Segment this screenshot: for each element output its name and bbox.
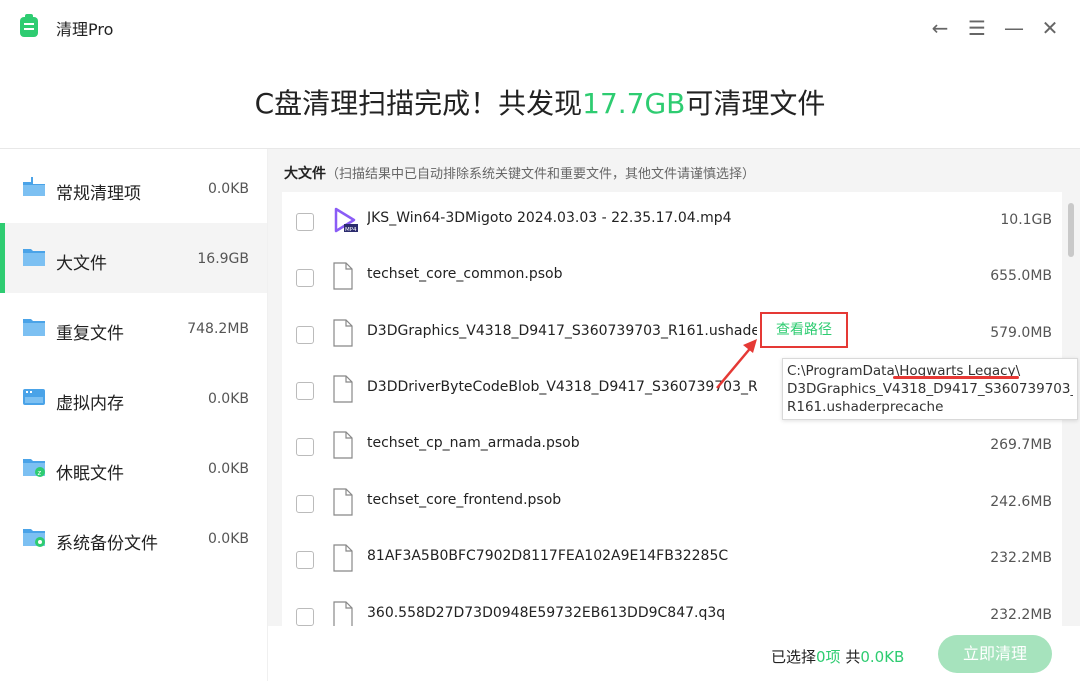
list-item[interactable]: techset_core_frontend.psob 242.6MB: [282, 474, 1062, 530]
file-icon: [333, 488, 353, 516]
section-title: 大文件: [284, 166, 326, 182]
sidebar-item-system-backup[interactable]: 系统备份文件 0.0KB: [0, 503, 267, 573]
folder-icon: [23, 249, 45, 266]
file-size: 10.1GB: [1000, 212, 1052, 228]
sidebar-item-label: 重复文件: [56, 324, 124, 344]
duplicate-folder-icon: [23, 319, 45, 336]
file-name: 360.558D27D73D0948E59732EB613DD9C847.q3q: [367, 605, 726, 621]
selected-prefix: 已选择: [771, 648, 817, 666]
scrollbar-thumb[interactable]: [1068, 203, 1074, 257]
svg-text:z: z: [38, 469, 42, 477]
file-size: 579.0MB: [990, 325, 1052, 341]
sidebar-item-label: 休眠文件: [56, 464, 124, 484]
row-checkbox[interactable]: [296, 551, 314, 569]
memory-icon: [23, 389, 45, 405]
file-name: techset_core_frontend.psob: [367, 492, 562, 508]
annotation-underline: [893, 376, 1019, 379]
menu-icon[interactable]: ☰: [965, 16, 989, 40]
file-icon: [333, 262, 353, 290]
file-size: 242.6MB: [990, 494, 1052, 510]
headline-suffix: 可清理文件: [685, 87, 826, 120]
file-name: JKS_Win64-3DMigoto 2024.03.03 - 22.35.17…: [367, 210, 732, 226]
backup-folder-icon: [23, 529, 45, 547]
file-name: techset_core_common.psob: [367, 266, 563, 282]
sidebar-item-size: 0.0KB: [207, 181, 249, 197]
back-arrow-icon[interactable]: ←: [928, 16, 952, 40]
video-file-icon: MP4: [334, 207, 358, 233]
tooltip-line: R161.ushaderprecache: [787, 399, 944, 415]
headline-amount: 17.7GB: [582, 87, 686, 120]
file-icon: [333, 601, 353, 626]
section-note: （扫描结果中已自动排除系统关键文件和重要文件，其他文件请谨慎选择）: [326, 167, 756, 182]
sidebar-item-size: 0.0KB: [207, 531, 249, 547]
file-icon: [333, 544, 353, 572]
row-checkbox[interactable]: [296, 608, 314, 626]
sidebar-item-size: 748.2MB: [187, 321, 249, 337]
sidebar-item-virtual-memory[interactable]: 虚拟内存 0.0KB: [0, 363, 267, 433]
file-size: 232.2MB: [990, 607, 1052, 623]
title-bar: 清理Pro ← ☰ — ✕: [0, 0, 1080, 56]
file-name: techset_cp_nam_armada.psob: [367, 435, 580, 451]
clean-now-button[interactable]: 立即清理: [938, 635, 1052, 673]
file-icon: [333, 375, 353, 403]
sidebar-item-general[interactable]: 常规清理项 0.0KB: [0, 153, 267, 223]
list-item[interactable]: 81AF3A5B0BFC7902D8117FEA102A9E14FB32285C…: [282, 530, 1062, 586]
total-prefix: 共: [845, 648, 861, 666]
list-item[interactable]: 360.558D27D73D0948E59732EB613DD9C847.q3q…: [282, 587, 1062, 626]
sidebar-item-size: 16.9GB: [197, 251, 249, 267]
sidebar-item-label: 虚拟内存: [56, 394, 124, 414]
list-item[interactable]: techset_cp_nam_armada.psob 269.7MB: [282, 417, 1062, 473]
category-sidebar: 常规清理项 0.0KB 大文件 16.9GB 重复文件 748.2MB 虚拟内存…: [0, 149, 267, 681]
close-icon[interactable]: ✕: [1038, 16, 1062, 40]
file-size: 232.2MB: [990, 550, 1052, 566]
selected-count: 0项: [816, 648, 841, 666]
tooltip-line: D3DGraphics_V4318_D9417_S360739703_: [787, 381, 1073, 397]
file-name: D3DGraphics_V4318_D9417_S360739703_R161.…: [367, 323, 757, 339]
sidebar-item-label: 系统备份文件: [56, 534, 158, 554]
annotation-arrow-icon: [716, 339, 757, 389]
view-path-link[interactable]: 查看路径: [760, 312, 848, 348]
minimize-icon[interactable]: —: [1002, 16, 1026, 40]
file-type-badge: MP4: [345, 227, 357, 233]
list-item[interactable]: techset_core_common.psob 655.0MB: [282, 248, 1062, 304]
row-checkbox[interactable]: [296, 382, 314, 400]
sidebar-item-label: 常规清理项: [56, 184, 141, 204]
sidebar-item-size: 0.0KB: [207, 391, 249, 407]
sleep-folder-icon: z: [23, 459, 45, 477]
sidebar-item-label: 大文件: [56, 254, 107, 274]
file-icon: [333, 319, 353, 347]
row-checkbox[interactable]: [296, 213, 314, 231]
total-size: 0.0KB: [860, 648, 905, 666]
section-header: 大文件（扫描结果中已自动排除系统关键文件和重要文件，其他文件请谨慎选择）: [284, 163, 755, 183]
row-checkbox[interactable]: [296, 269, 314, 287]
footer-bar: 已选择0项 共0.0KB 立即清理: [268, 626, 1080, 681]
file-icon: [333, 431, 353, 459]
app-title: 清理Pro: [56, 20, 114, 39]
list-item[interactable]: MP4 JKS_Win64-3DMigoto 2024.03.03 - 22.3…: [282, 192, 1062, 248]
sidebar-item-large-files[interactable]: 大文件 16.9GB: [0, 223, 267, 293]
row-checkbox[interactable]: [296, 326, 314, 344]
sidebar-item-hibernation-files[interactable]: z 休眠文件 0.0KB: [0, 433, 267, 503]
scan-result-headline: C盘清理扫描完成！共发现17.7GB可清理文件: [0, 56, 1080, 148]
file-name: D3DDriverByteCodeBlob_V4318_D9417_S36073…: [367, 379, 757, 395]
app-window: 清理Pro ← ☰ — ✕ C盘清理扫描完成！共发现17.7GB可清理文件 常规…: [0, 0, 1080, 681]
list-item[interactable]: D3DGraphics_V4318_D9417_S360739703_R161.…: [282, 305, 1062, 361]
headline-prefix: C盘清理扫描完成！共发现: [254, 87, 583, 120]
selection-summary: 已选择0项 共0.0KB: [771, 646, 904, 667]
file-name: 81AF3A5B0BFC7902D8117FEA102A9E14FB32285C: [367, 548, 729, 564]
sidebar-item-size: 0.0KB: [207, 461, 249, 477]
app-logo-icon: [20, 14, 38, 37]
sidebar-item-duplicate-files[interactable]: 重复文件 748.2MB: [0, 293, 267, 363]
broom-folder-icon: [23, 177, 45, 196]
row-checkbox[interactable]: [296, 495, 314, 513]
file-size: 269.7MB: [990, 437, 1052, 453]
file-size: 655.0MB: [990, 268, 1052, 284]
path-tooltip: C:\ProgramData\Hogwarts Legacy\ D3DGraph…: [782, 358, 1078, 420]
row-checkbox[interactable]: [296, 438, 314, 456]
